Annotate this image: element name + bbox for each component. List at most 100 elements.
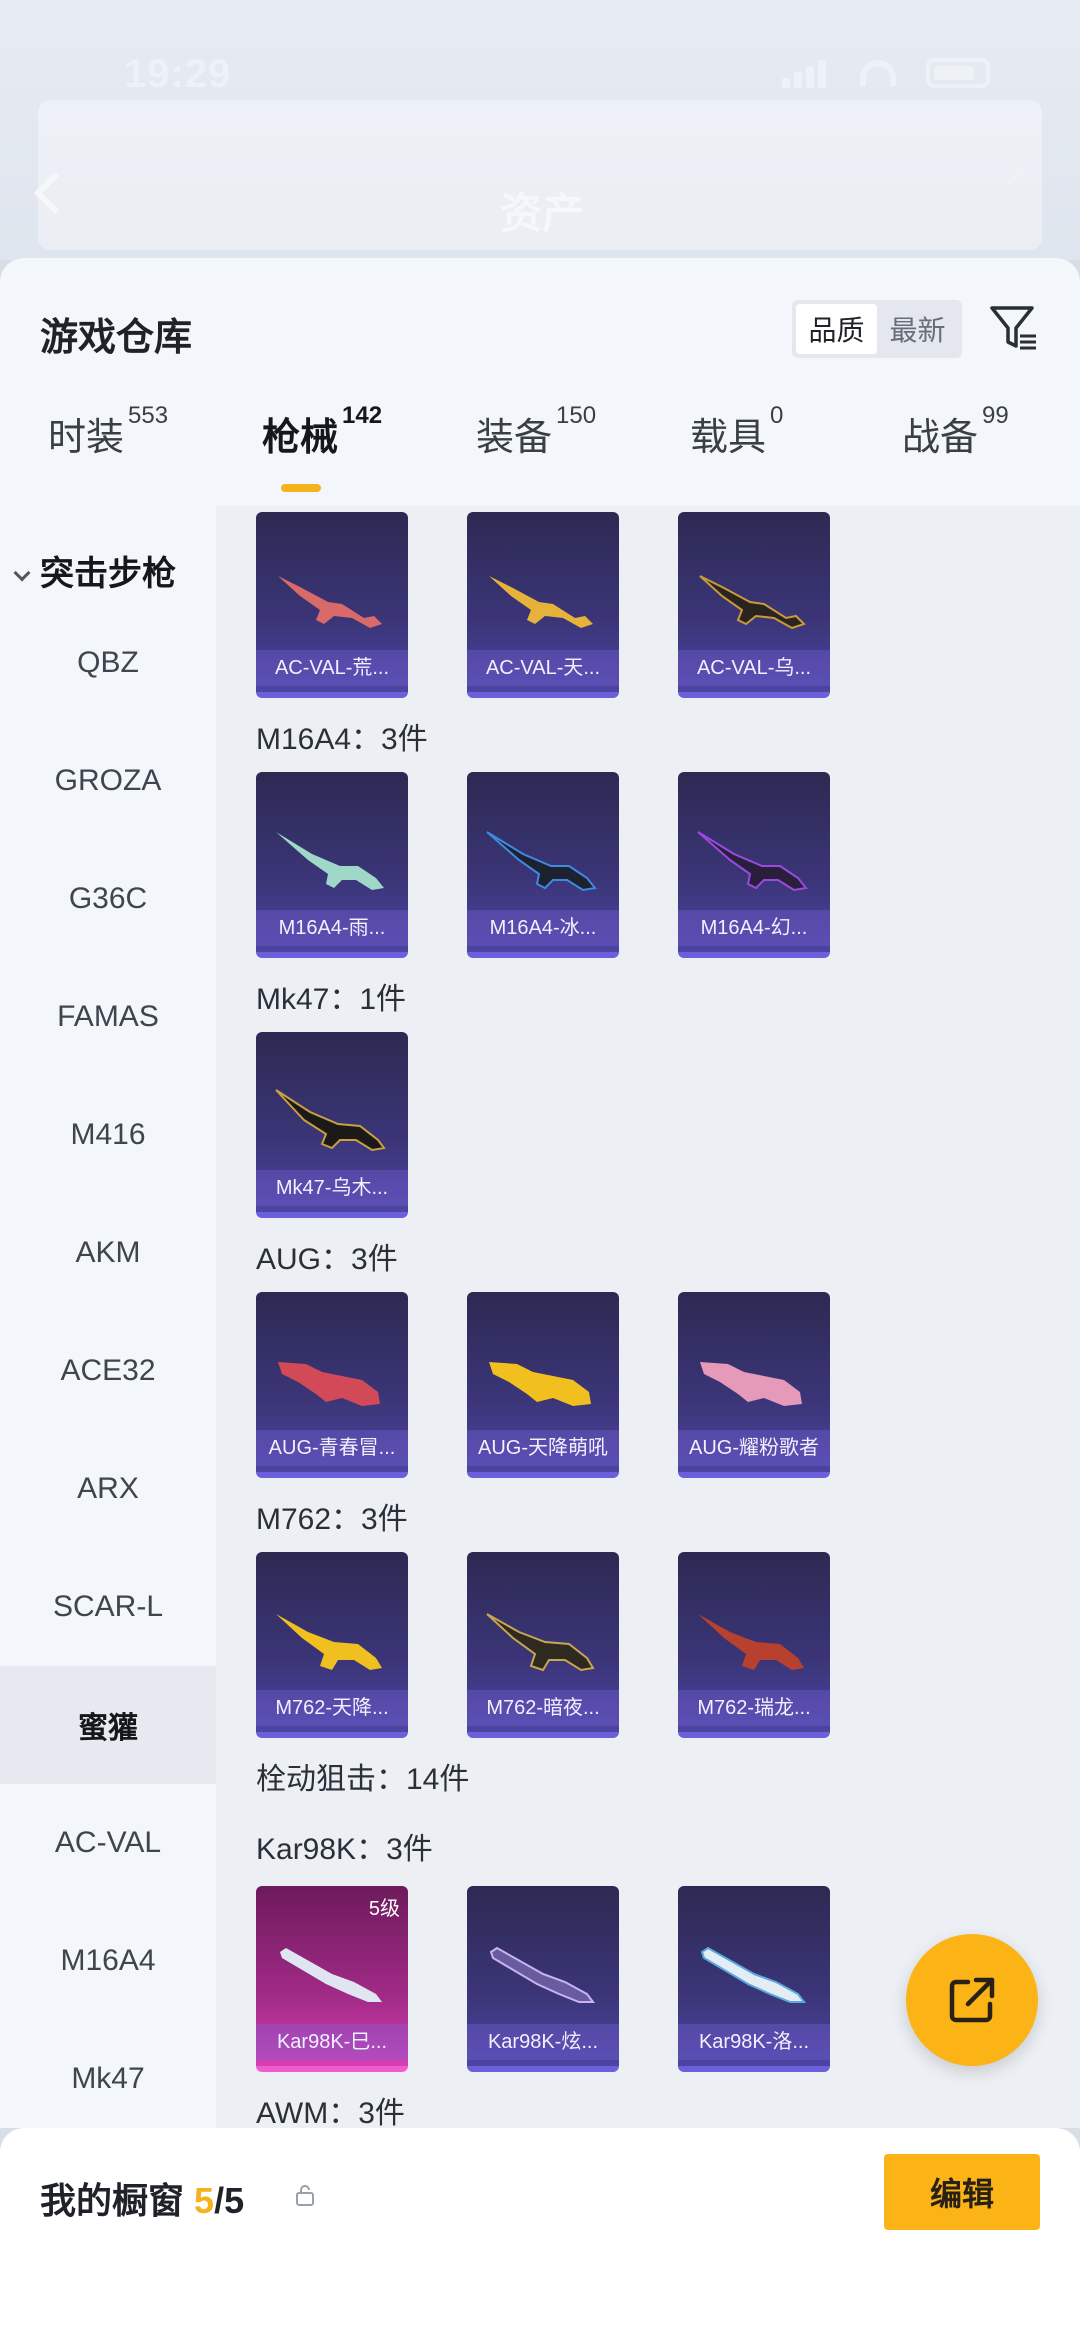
rifle-icon bbox=[489, 1362, 591, 1406]
tab-count: 150 bbox=[556, 402, 597, 429]
tab-label: 枪械 bbox=[262, 417, 339, 459]
sidebar-item-famas[interactable]: FAMAS bbox=[0, 958, 216, 1076]
tab-label: 装备 bbox=[476, 417, 553, 459]
showcase-label: 我的橱窗 bbox=[40, 2180, 185, 2221]
skin-card[interactable]: Mk47-乌木... bbox=[256, 1032, 408, 1218]
group-label-awm: AWM：3件 bbox=[256, 2097, 405, 2128]
skin-name: M762-暗夜... bbox=[467, 1690, 619, 1726]
group-label-mk47: Mk47：1件 bbox=[256, 983, 407, 1016]
sidebar-item-g36c[interactable]: G36C bbox=[0, 840, 216, 958]
skin-card[interactable]: AC-VAL-乌... bbox=[678, 512, 830, 698]
tab-supplies[interactable]: 战备99 bbox=[902, 402, 1009, 461]
tab-count: 99 bbox=[982, 402, 1009, 429]
rifle-icon bbox=[697, 831, 808, 892]
signal-icon bbox=[782, 58, 830, 88]
skin-card[interactable]: M762-暗夜... bbox=[467, 1552, 619, 1738]
sidebar-category-header[interactable]: 突击步枪 bbox=[13, 546, 176, 595]
status-time: 19:29 bbox=[124, 52, 232, 96]
lock-icon bbox=[296, 2185, 314, 2206]
tab-fashion[interactable]: 时装553 bbox=[48, 402, 168, 461]
tab-label: 时装 bbox=[48, 417, 125, 459]
tab-label: 战备 bbox=[902, 417, 979, 459]
rifle-icon bbox=[278, 1362, 380, 1406]
edit-button[interactable]: 编辑 bbox=[884, 2154, 1040, 2230]
sidebar-item-m16a4[interactable]: M16A4 bbox=[0, 1902, 216, 2020]
skin-card[interactable]: M16A4-幻... bbox=[678, 772, 830, 958]
level-badge: 5级 bbox=[368, 1898, 400, 1920]
skin-card[interactable]: AC-VAL-天... bbox=[467, 512, 619, 698]
rifle-icon bbox=[278, 576, 382, 628]
skin-name: Kar98K-巳... bbox=[256, 2024, 408, 2060]
tab-count: 0 bbox=[770, 402, 784, 429]
skin-card[interactable]: M762-瑞龙... bbox=[678, 1552, 830, 1738]
group-label-kar98k: Kar98K：3件 bbox=[256, 1833, 433, 1866]
sort-quality-button[interactable]: 品质 bbox=[796, 304, 877, 354]
sniper-rifle-icon bbox=[280, 1948, 382, 2002]
tab-count: 142 bbox=[342, 402, 383, 429]
sidebar-item-akm[interactable]: AKM bbox=[0, 1194, 216, 1312]
sidebar-item-ace32[interactable]: ACE32 bbox=[0, 1312, 216, 1430]
skin-name: Kar98K-洛... bbox=[678, 2024, 830, 2060]
rifle-icon bbox=[489, 576, 593, 628]
page-title: 游戏仓库 bbox=[40, 317, 193, 359]
skin-name: AC-VAL-乌... bbox=[678, 650, 830, 686]
showcase-title: 我的橱窗 5/5 bbox=[40, 2172, 244, 2224]
sidebar-category-label: 突击步枪 bbox=[40, 555, 176, 593]
skin-card[interactable]: Kar98K-洛... bbox=[678, 1886, 830, 2072]
skin-card[interactable]: M762-天降... bbox=[256, 1552, 408, 1738]
sidebar-item-scar-l[interactable]: SCAR-L bbox=[0, 1548, 216, 1666]
skin-name: Kar98K-炫... bbox=[467, 2024, 619, 2060]
skin-name: M16A4-幻... bbox=[678, 910, 830, 946]
tab-vehicles[interactable]: 载具0 bbox=[690, 402, 783, 461]
showcase-count-current: 5 bbox=[194, 2180, 215, 2221]
sort-toggle: 品质 最新 bbox=[792, 300, 962, 358]
skin-card[interactable]: M16A4-雨... bbox=[256, 772, 408, 958]
tab-equipment[interactable]: 装备150 bbox=[476, 402, 596, 461]
showcase-count: 5/5 bbox=[194, 2180, 244, 2221]
filter-icon[interactable] bbox=[988, 302, 1040, 354]
tab-count: 553 bbox=[128, 402, 169, 429]
skin-card[interactable]: M16A4-冰... bbox=[467, 772, 619, 958]
sidebar-item-ac-val[interactable]: AC-VAL bbox=[0, 1784, 216, 1902]
rifle-icon bbox=[699, 575, 806, 630]
rifle-icon bbox=[275, 1089, 386, 1152]
skin-card[interactable]: AUG-青春冒... bbox=[256, 1292, 408, 1478]
wifi-icon bbox=[860, 60, 896, 86]
tab-weapons[interactable]: 枪械142 bbox=[262, 402, 382, 461]
rifle-icon bbox=[486, 1613, 595, 1672]
rifle-icon bbox=[700, 1362, 802, 1406]
skin-name: AUG-青春冒... bbox=[256, 1430, 408, 1466]
skin-card[interactable]: Kar98K-炫... bbox=[467, 1886, 619, 2072]
weapon-type-sidebar: 突击步枪 QBZ GROZA G36C FAMAS M416 AKM ACE32… bbox=[0, 506, 216, 2128]
sidebar-item-qbz[interactable]: QBZ bbox=[0, 604, 216, 722]
showcase-count-total: /5 bbox=[214, 2180, 245, 2221]
skin-card[interactable]: AC-VAL-荒... bbox=[256, 512, 408, 698]
status-icons bbox=[782, 58, 990, 88]
skin-card[interactable]: AUG-天降萌吼 bbox=[467, 1292, 619, 1478]
skin-card[interactable]: 5级 Kar98K-巳... bbox=[256, 1886, 408, 2072]
sort-newest-button[interactable]: 最新 bbox=[877, 304, 958, 354]
skin-name: AC-VAL-天... bbox=[467, 650, 619, 686]
skin-name: AC-VAL-荒... bbox=[256, 650, 408, 686]
rifle-icon bbox=[486, 831, 597, 892]
sidebar-item-honey-badger[interactable]: 蜜獾 bbox=[0, 1666, 216, 1784]
showcase-bar: 我的橱窗 5/5 编辑 bbox=[0, 2128, 1080, 2347]
external-link-icon bbox=[949, 1977, 995, 2023]
skin-name: Mk47-乌木... bbox=[256, 1170, 408, 1206]
sniper-rifle-icon bbox=[700, 1946, 806, 2003]
group-label-bolt-action: 栓动狙击：14件 bbox=[256, 1763, 470, 1796]
sidebar-item-groza[interactable]: GROZA bbox=[0, 722, 216, 840]
battery-icon bbox=[926, 58, 990, 88]
share-button[interactable] bbox=[906, 1934, 1038, 2066]
skin-name: AUG-天降萌吼 bbox=[467, 1430, 619, 1466]
warehouse-sheet: 游戏仓库 品质 最新 时装553 枪械142 装备150 载具0 战备99 突击… bbox=[0, 258, 1080, 2128]
group-label-m762: M762：3件 bbox=[256, 1503, 408, 1536]
sidebar-item-mk47[interactable]: Mk47 bbox=[0, 2020, 216, 2128]
skin-card[interactable]: AUG-耀粉歌者 bbox=[678, 1292, 830, 1478]
rifle-icon bbox=[276, 1614, 382, 1670]
sidebar-item-m416[interactable]: M416 bbox=[0, 1076, 216, 1194]
rifle-icon bbox=[698, 1614, 804, 1670]
sidebar-item-arx[interactable]: ARX bbox=[0, 1430, 216, 1548]
weapon-skin-list: AC-VAL-荒... AC-VAL-天... AC-VAL-乌... M16A… bbox=[216, 506, 1080, 2128]
skin-name: M762-瑞龙... bbox=[678, 1690, 830, 1726]
